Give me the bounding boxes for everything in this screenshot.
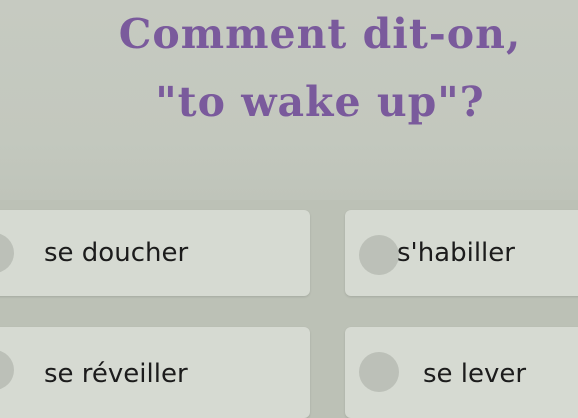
radio-button[interactable]	[0, 350, 14, 390]
answer-option-se-lever[interactable]: se lever	[345, 327, 578, 418]
answer-option-s-habiller[interactable]: s'habiller	[345, 210, 578, 296]
answer-label: se réveiller	[44, 359, 188, 389]
question-line-1: Comment dit-on,	[118, 10, 522, 58]
answer-option-se-reveiller[interactable]: se réveiller	[0, 327, 310, 418]
answer-option-se-doucher[interactable]: se doucher	[0, 210, 310, 296]
radio-button[interactable]	[359, 235, 399, 275]
question-line-2: "to wake up"?	[155, 78, 485, 126]
answer-label: se lever	[423, 359, 527, 389]
radio-button[interactable]	[359, 352, 399, 392]
question-title: Comment dit-on, "to wake up"?	[70, 0, 570, 136]
answer-label: s'habiller	[397, 238, 515, 268]
answer-label: se doucher	[44, 238, 189, 268]
radio-button[interactable]	[0, 233, 14, 273]
